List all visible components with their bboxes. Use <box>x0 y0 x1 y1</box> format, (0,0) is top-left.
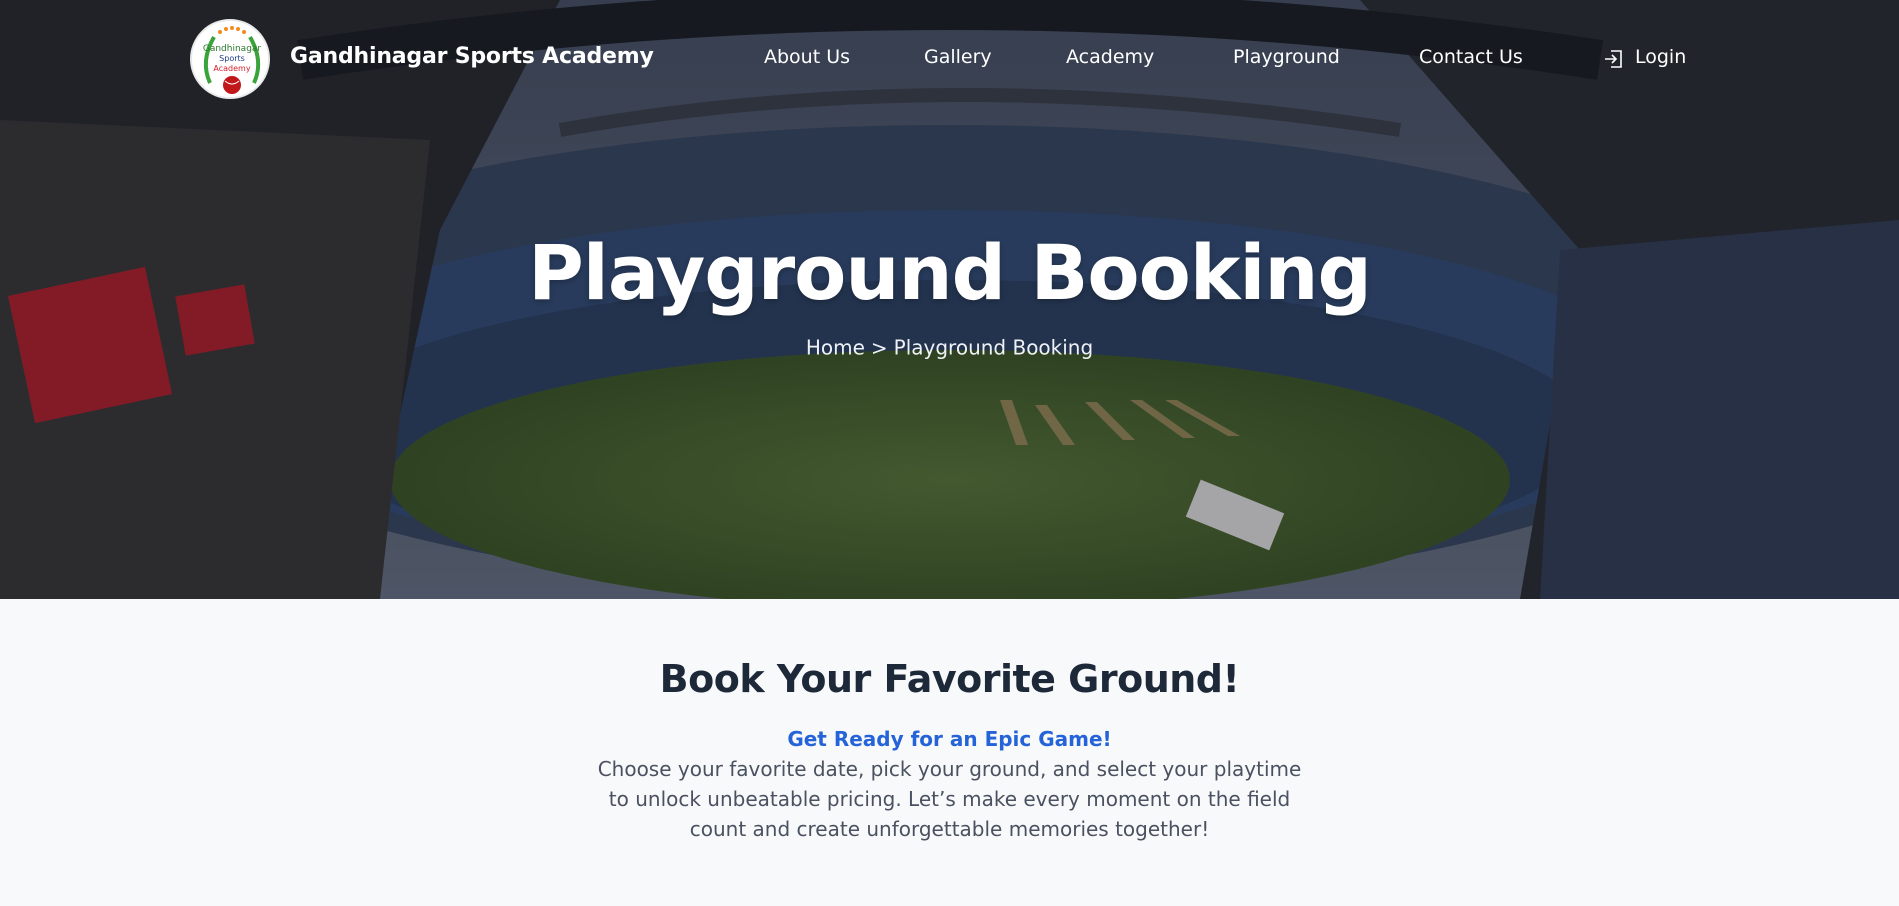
logo-text-line-3: Academy <box>213 64 250 73</box>
page-title: Playground Booking <box>528 228 1372 317</box>
hero-banner: Gandhinagar Sports Academy Gandhinagar S… <box>0 0 1899 599</box>
nav-academy[interactable]: Academy <box>1066 46 1154 68</box>
breadcrumb: Home > Playground Booking <box>0 334 1899 360</box>
login-icon[interactable] <box>1603 48 1625 70</box>
booking-intro-section: Book Your Favorite Ground! Get Ready for… <box>0 599 1899 906</box>
nav-playground[interactable]: Playground <box>1233 46 1340 68</box>
logo-text-line-2: Sports <box>219 54 245 63</box>
nav-contact-us[interactable]: Contact Us <box>1419 46 1523 68</box>
top-navigation: Gandhinagar Sports Academy Gandhinagar S… <box>0 0 1899 120</box>
section-tagline: Get Ready for an Epic Game! <box>787 727 1112 751</box>
laurel-logo-icon: Gandhinagar Sports Academy <box>194 23 268 97</box>
section-description: Choose your favorite date, pick your gro… <box>597 757 1302 841</box>
logo-text-line-1: Gandhinagar <box>203 44 262 54</box>
breadcrumb-home-link[interactable]: Home <box>806 336 865 360</box>
brand-name[interactable]: Gandhinagar Sports Academy <box>290 44 654 69</box>
breadcrumb-separator: > <box>870 335 888 360</box>
login-button[interactable]: Login <box>1635 46 1686 68</box>
academy-logo[interactable]: Gandhinagar Sports Academy <box>190 19 270 99</box>
section-heading: Book Your Favorite Ground! <box>659 657 1240 701</box>
breadcrumb-current: Playground Booking <box>893 335 1094 360</box>
nav-about-us[interactable]: About Us <box>764 46 850 68</box>
nav-gallery[interactable]: Gallery <box>924 46 992 68</box>
